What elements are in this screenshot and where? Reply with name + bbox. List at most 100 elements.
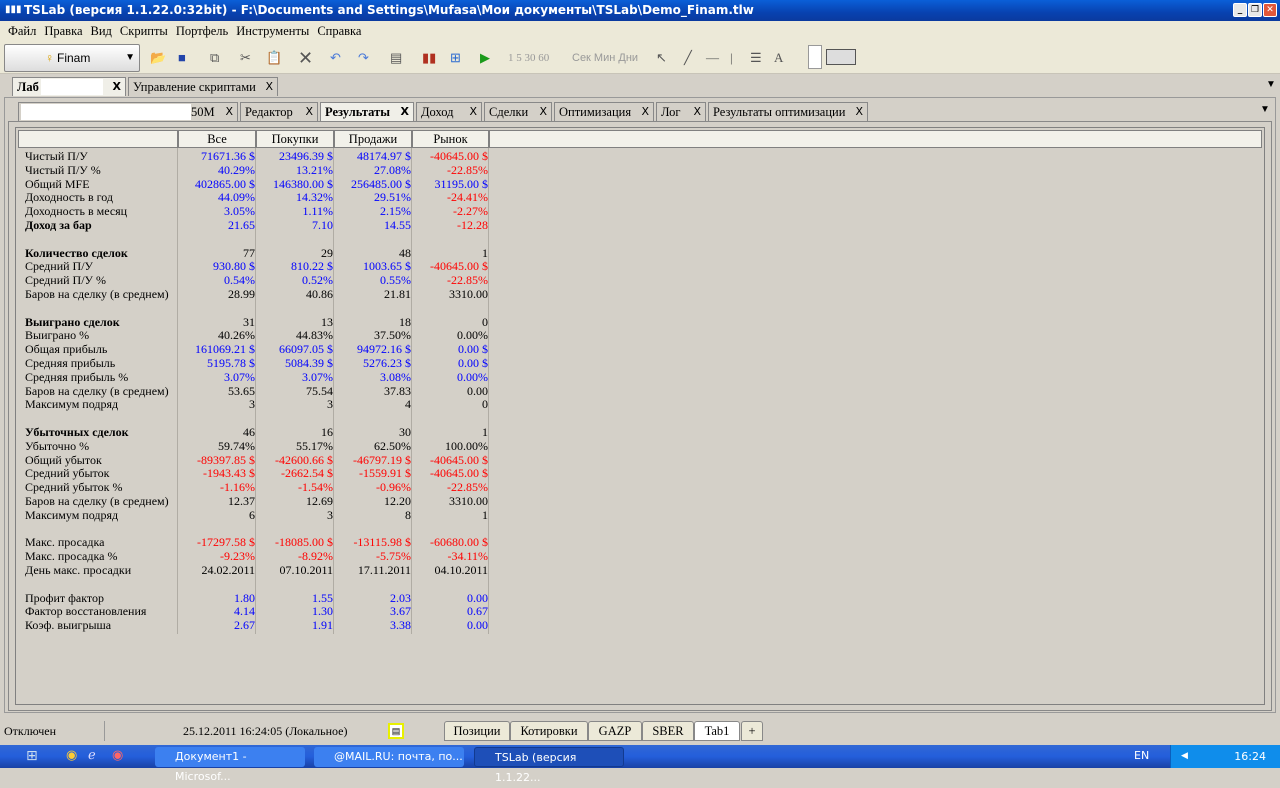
mail-icon[interactable]: ◉ bbox=[112, 748, 123, 763]
log-icon[interactable]: ▤ bbox=[388, 723, 404, 739]
menu-help[interactable]: Справка bbox=[313, 21, 365, 41]
minimize-button[interactable]: _ bbox=[1233, 3, 1247, 17]
close-icon[interactable]: X bbox=[225, 103, 233, 121]
cell-long: 66097.05 $ bbox=[279, 342, 333, 357]
tab-optimization[interactable]: Оптимизация X bbox=[554, 102, 654, 121]
cell-short: 5276.23 $ bbox=[363, 356, 411, 370]
tab-script[interactable]: 50М X bbox=[18, 102, 238, 121]
header-market[interactable]: Рынок bbox=[412, 130, 489, 148]
tab-optimization-results[interactable]: Результаты оптимизации X bbox=[708, 102, 868, 121]
diagram-icon[interactable]: ⊞ bbox=[450, 46, 461, 70]
cut-icon[interactable]: ✂ bbox=[240, 46, 251, 70]
fibo-icon[interactable]: ☰ bbox=[750, 46, 762, 70]
datetime: 25.12.2011 16:24:05 (Локальное) bbox=[183, 724, 348, 738]
paste-icon[interactable]: 📋 bbox=[266, 46, 282, 70]
vline-icon[interactable]: | bbox=[730, 46, 733, 70]
chrome-icon[interactable]: ◉ bbox=[66, 748, 77, 763]
cell-short: 2.03 bbox=[390, 590, 411, 605]
hline-icon[interactable]: — bbox=[706, 46, 719, 70]
tab-log[interactable]: Лог X bbox=[656, 102, 706, 121]
task-tslab[interactable]: TSLab (версия 1.1.22... bbox=[474, 747, 624, 784]
tab-trades[interactable]: Сделки X bbox=[484, 102, 552, 121]
close-icon[interactable]: X bbox=[855, 103, 863, 121]
menu-portfolio[interactable]: Портфель bbox=[172, 21, 232, 41]
menu-edit[interactable]: Правка bbox=[40, 21, 86, 41]
restore-button[interactable]: ❐ bbox=[1248, 3, 1262, 17]
copy-icon[interactable]: ⧉ bbox=[210, 46, 219, 70]
ie-icon[interactable]: ℯ bbox=[88, 748, 96, 763]
pointer-icon[interactable]: ↖ bbox=[656, 46, 667, 70]
language-indicator[interactable]: EN bbox=[1134, 749, 1149, 762]
delete-icon[interactable]: ✕ bbox=[298, 46, 313, 70]
close-icon[interactable]: X bbox=[641, 103, 649, 121]
tab-results[interactable]: Результаты X bbox=[320, 102, 414, 121]
tray-expand-icon[interactable]: ◀ bbox=[1181, 745, 1188, 768]
close-icon[interactable]: X bbox=[401, 103, 409, 121]
title-bar: ▮▮▮ TSLab (версия 1.1.22.0:32bit) - F:\D… bbox=[0, 0, 1280, 21]
chevron-down-icon[interactable]: ▼ bbox=[125, 45, 135, 71]
tab-quotes[interactable]: Котировки bbox=[510, 721, 588, 741]
tab-sber[interactable]: SBER bbox=[642, 721, 694, 741]
cell-short: -1559.91 $ bbox=[359, 466, 411, 481]
close-icon[interactable]: X bbox=[539, 103, 547, 121]
menu-view[interactable]: Вид bbox=[87, 21, 116, 41]
menu-file[interactable]: Файл bbox=[4, 21, 40, 41]
cell-long: 1.55 bbox=[312, 590, 333, 605]
header-all[interactable]: Все bbox=[178, 130, 256, 148]
clock: 16:24 bbox=[1234, 750, 1266, 763]
cell-all: 40.26% bbox=[218, 328, 255, 343]
task-browser[interactable]: @MAIL.RU: почта, по... bbox=[314, 747, 464, 767]
cell-all: -9.23% bbox=[220, 549, 255, 564]
cell-market: -40645.00 $ bbox=[430, 259, 488, 274]
cell-long: 146380.00 $ bbox=[273, 176, 333, 191]
column-divider bbox=[333, 148, 334, 634]
task-word[interactable]: Документ1 - Microsof... bbox=[155, 747, 305, 783]
tab-income[interactable]: Доход X bbox=[416, 102, 482, 121]
menu-scripts[interactable]: Скрипты bbox=[116, 21, 172, 41]
chart-icon[interactable]: ▮▮ bbox=[422, 46, 436, 70]
tab-gazp[interactable]: GAZP bbox=[588, 721, 642, 741]
cell-all: 77 bbox=[243, 245, 255, 260]
subtabs-menu-icon[interactable]: ▼ bbox=[1260, 104, 1270, 115]
close-icon[interactable]: X bbox=[113, 78, 121, 96]
tabs-menu-icon[interactable]: ▼ bbox=[1266, 79, 1276, 90]
play-icon[interactable]: ▶ bbox=[480, 46, 490, 70]
tab-tab1[interactable]: Tab1 bbox=[694, 721, 740, 741]
text-icon[interactable]: A bbox=[774, 46, 783, 70]
cell-long: 1.91 bbox=[312, 618, 333, 633]
tab-editor[interactable]: Редактор X bbox=[240, 102, 318, 121]
color-dropdown[interactable] bbox=[808, 45, 822, 69]
line-icon[interactable]: ╱ bbox=[684, 46, 692, 70]
header-short[interactable]: Продажи bbox=[334, 130, 412, 148]
tab-positions[interactable]: Позиции bbox=[444, 721, 510, 741]
tab-lab[interactable]: Лаб X bbox=[12, 77, 126, 96]
close-icon[interactable]: X bbox=[693, 103, 701, 121]
cell-short: 62.50% bbox=[374, 438, 411, 453]
broker-selector[interactable]: ♀ Finam ▼ bbox=[4, 44, 140, 72]
cell-market: 1 bbox=[482, 507, 488, 522]
header-long[interactable]: Покупки bbox=[256, 130, 334, 148]
save-icon[interactable]: ■ bbox=[178, 46, 186, 70]
cell-short: 2.15% bbox=[380, 204, 411, 219]
start-icon[interactable]: ⊞ bbox=[26, 748, 38, 764]
cell-short: -13115.98 $ bbox=[353, 535, 411, 550]
properties-icon[interactable]: ▤ bbox=[390, 46, 402, 70]
column-divider bbox=[411, 148, 412, 634]
cell-short: -5.75% bbox=[376, 549, 411, 564]
close-button[interactable]: ✕ bbox=[1263, 3, 1277, 17]
open-icon[interactable]: 📂 bbox=[150, 46, 166, 70]
tab-label: Результаты оптимизации bbox=[713, 105, 846, 119]
tab-script-management[interactable]: Управление скриптами X bbox=[128, 77, 278, 96]
add-tab-button[interactable]: + bbox=[741, 721, 763, 741]
close-icon[interactable]: X bbox=[469, 103, 477, 121]
row-label: Макс. просадка % bbox=[25, 549, 118, 564]
color-swatch[interactable] bbox=[826, 49, 856, 65]
interval-buttons[interactable]: 1 5 30 60 bbox=[508, 46, 549, 70]
unit-buttons[interactable]: Сек Мин Дни bbox=[572, 46, 638, 70]
menu-tools[interactable]: Инструменты bbox=[232, 21, 313, 41]
redo-icon[interactable]: ↷ bbox=[358, 46, 369, 70]
close-icon[interactable]: X bbox=[265, 78, 273, 96]
undo-icon[interactable]: ↶ bbox=[330, 46, 341, 70]
close-icon[interactable]: X bbox=[305, 103, 313, 121]
row-label: Максимум подряд bbox=[25, 397, 119, 412]
